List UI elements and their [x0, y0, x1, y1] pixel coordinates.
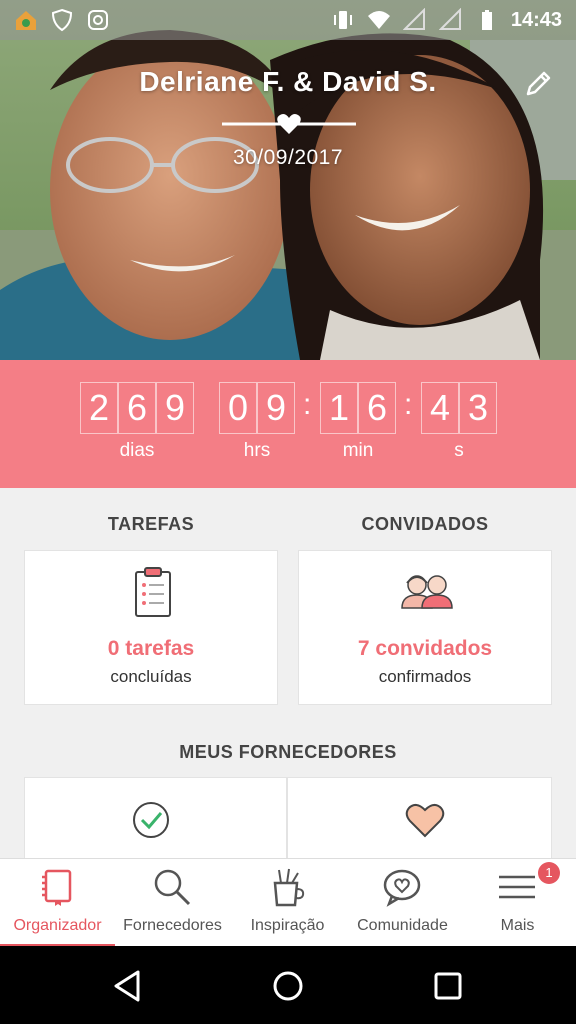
wedding-date: 30/09/2017: [232, 146, 344, 169]
brush-cup-icon: [267, 867, 307, 907]
signal-icon: [402, 8, 427, 32]
countdown: 2 6 9 0 9 : 1 6 : 4 3 dias hrs min s: [0, 360, 576, 488]
heart-icon: [404, 800, 446, 840]
guests-icon: [399, 573, 455, 609]
nav-fornecedores[interactable]: Fornecedores: [115, 859, 230, 947]
guests-count: 7 convidados: [357, 637, 493, 660]
minutes-digit: 6: [358, 382, 396, 434]
vendors-favorites-card[interactable]: [287, 777, 552, 867]
nav-comunidade[interactable]: Comunidade: [345, 859, 460, 947]
wifi-icon: [367, 8, 391, 32]
vendors-hired-card[interactable]: [24, 777, 287, 867]
pencil-icon[interactable]: [522, 68, 554, 100]
nav-label: Organizador: [13, 917, 102, 934]
nav-label: Comunidade: [357, 917, 448, 934]
notification-badge: 1: [538, 862, 560, 884]
system-navigation-bar: [0, 946, 576, 1024]
seconds-digit: 4: [421, 382, 459, 434]
seconds-digit: 3: [459, 382, 497, 434]
menu-icon: [497, 867, 537, 907]
search-icon: [152, 867, 192, 907]
tasks-title: TAREFAS: [107, 514, 195, 534]
hours-label: hrs: [243, 440, 271, 461]
minutes-label: min: [342, 440, 374, 461]
battery-icon: [475, 8, 499, 32]
notebook-icon: [37, 867, 77, 907]
back-icon[interactable]: [108, 966, 148, 1006]
app-store-icon: [14, 8, 38, 32]
tasks-card[interactable]: 0 tarefas concluídas: [24, 550, 278, 705]
bottom-navigation: Organizador Fornecedores Inspiração Comu…: [0, 858, 576, 947]
guests-card[interactable]: 7 convidados confirmados: [298, 550, 552, 705]
seconds-label: s: [454, 440, 464, 461]
signal-icon: [438, 8, 463, 32]
nav-inspiracao[interactable]: Inspiração: [230, 859, 345, 947]
chat-heart-icon: [382, 867, 422, 907]
home-icon[interactable]: [268, 966, 308, 1006]
minutes-digit: 1: [320, 382, 358, 434]
recents-icon[interactable]: [428, 966, 468, 1006]
nav-organizador[interactable]: Organizador: [0, 859, 115, 947]
days-digit: 2: [80, 382, 118, 434]
time-separator: :: [404, 388, 413, 421]
shield-icon: [50, 8, 74, 32]
time-separator: :: [303, 388, 312, 421]
nav-mais[interactable]: 1 Mais: [460, 859, 575, 947]
couple-photo: [0, 0, 576, 360]
instagram-icon: [86, 8, 110, 32]
status-bar: 14:43: [0, 0, 576, 40]
check-circle-icon: [131, 800, 171, 840]
nav-label: Inspiração: [250, 917, 325, 934]
guests-title: CONVIDADOS: [361, 514, 489, 534]
days-digit: 9: [156, 382, 194, 434]
hours-digit: 9: [257, 382, 295, 434]
nav-label: Fornecedores: [123, 917, 222, 934]
tasks-caption: concluídas: [110, 667, 192, 686]
nav-label: Mais: [500, 917, 535, 934]
hours-digit: 0: [219, 382, 257, 434]
heart-divider: [222, 112, 356, 136]
clock: 14:43: [510, 8, 562, 31]
guests-caption: confirmados: [378, 667, 472, 686]
vibrate-icon: [331, 8, 355, 32]
vendors-title: MEUS FORNECEDORES: [179, 742, 397, 762]
days-digit: 6: [118, 382, 156, 434]
tasks-count: 0 tarefas: [107, 637, 195, 660]
heart-icon: [277, 114, 301, 134]
couple-name: Delriane F. & David S.: [139, 66, 437, 97]
clipboard-icon: [133, 565, 173, 619]
days-label: dias: [119, 440, 155, 461]
cover-photo: [0, 0, 576, 360]
